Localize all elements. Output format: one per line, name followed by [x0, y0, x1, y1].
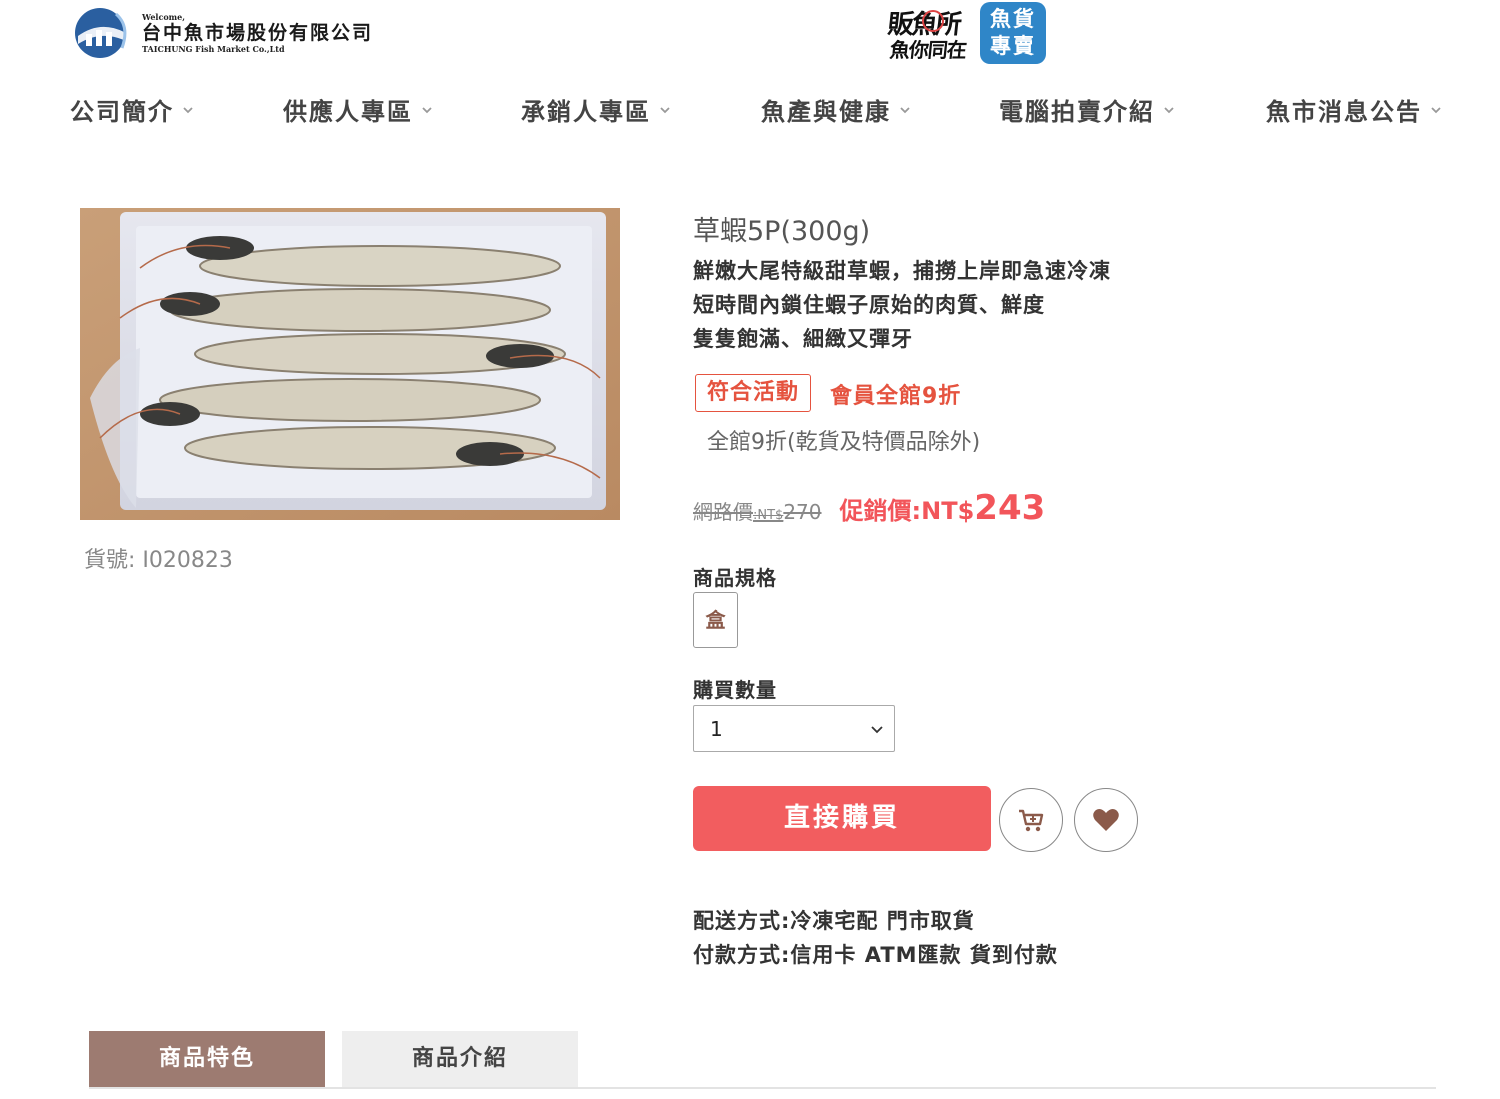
promo-note: 全館9折(乾貨及特價品除外)	[707, 430, 981, 455]
promo-badge[interactable]: 符合活動	[695, 374, 812, 412]
quantity-value: 1	[710, 716, 723, 741]
brand-calligraphy-bottom: 魚你同在	[888, 38, 968, 62]
nav-item-auction[interactable]: 電腦拍賣介紹	[999, 92, 1175, 127]
shrimp-photo	[80, 208, 620, 520]
chevron-down-icon	[1164, 106, 1174, 113]
tab-divider	[89, 1087, 1436, 1089]
product-title: 草蝦5P(300g)	[693, 216, 871, 247]
quantity-label: 購買數量	[693, 678, 777, 702]
nav-item-supplier[interactable]: 供應人專區	[283, 92, 433, 127]
site-header: Welcome, 台中魚市場股份有限公司 TAICHUNG Fish Marke…	[0, 0, 1500, 70]
promo-member-discount: 會員全館9折	[830, 384, 962, 409]
cart-icon	[1019, 809, 1044, 832]
tab-features[interactable]: 商品特色	[89, 1031, 325, 1087]
shipping-method: 配送方式:冷凍宅配 門市取貨	[693, 909, 975, 933]
nav-item-label: 魚市消息公告	[1266, 98, 1422, 126]
brand-seal	[922, 10, 944, 32]
chevron-down-icon	[900, 106, 910, 113]
product-sku: 貨號: I020823	[84, 548, 233, 573]
spec-label: 商品規格	[693, 566, 777, 590]
brand-box-line1: 魚貨	[990, 7, 1036, 31]
sale-price-label: 促銷價:NT$	[839, 497, 975, 525]
product-desc-line: 隻隻飽滿、細緻又彈牙	[693, 327, 913, 351]
nav-item-label: 公司簡介	[70, 98, 174, 126]
chevron-down-icon	[1431, 106, 1441, 113]
list-price-label: 網路價	[693, 500, 753, 524]
chevron-down-icon	[660, 106, 670, 113]
list-price: 網路價:NT$270	[693, 496, 822, 525]
wishlist-button[interactable]	[1074, 788, 1138, 852]
quantity-select[interactable]: 1	[693, 705, 895, 752]
brand-box: 魚貨 專賣	[980, 2, 1046, 64]
logo-welcome: Welcome,	[142, 12, 186, 22]
nav-item-label: 魚產與健康	[761, 98, 891, 126]
brand-box-line2: 專賣	[990, 34, 1036, 58]
payment-method: 付款方式:信用卡 ATM匯款 貨到付款	[693, 943, 1058, 967]
nav-item-buyer[interactable]: 承銷人專區	[521, 92, 671, 127]
nav-item-company[interactable]: 公司簡介	[70, 92, 194, 127]
spec-option-box[interactable]: 盒	[693, 592, 738, 648]
product-image[interactable]	[80, 208, 620, 520]
brand-calligraphy: 販魚所 魚你同在	[886, 2, 972, 64]
chevron-down-icon	[422, 106, 432, 113]
logo-company-english: TAICHUNG Fish Market Co.,Ltd	[142, 44, 285, 54]
logo-company-name: 台中魚市場股份有限公司	[142, 22, 374, 44]
sale-price-value: 243	[974, 488, 1046, 528]
tab-introduction[interactable]: 商品介紹	[342, 1031, 578, 1087]
product-description: 鮮嫩大尾特級甜草蝦，捕撈上岸即急速冷凍 短時間內鎖住蝦子原始的肉質、鮮度 隻隻飽…	[693, 254, 1111, 356]
nav-item-health[interactable]: 魚產與健康	[761, 92, 911, 127]
shipping-info: 配送方式:冷凍宅配 門市取貨 付款方式:信用卡 ATM匯款 貨到付款	[693, 904, 1058, 972]
product-desc-line: 鮮嫩大尾特級甜草蝦，捕撈上岸即急速冷凍	[693, 259, 1111, 283]
logo-emblem	[75, 8, 127, 58]
nav-item-label: 電腦拍賣介紹	[999, 98, 1155, 126]
company-logo[interactable]: Welcome, 台中魚市場股份有限公司 TAICHUNG Fish Marke…	[72, 6, 373, 60]
buy-now-button[interactable]: 直接購買	[693, 786, 991, 851]
product-desc-line: 短時間內鎖住蝦子原始的肉質、鮮度	[693, 293, 1045, 317]
heart-icon	[1093, 809, 1119, 831]
nav-item-label: 供應人專區	[283, 98, 413, 126]
price-row: 網路價:NT$270 促銷價:NT$ 243	[693, 488, 1045, 528]
brand-badge[interactable]: 販魚所 魚你同在 魚貨 專賣	[886, 2, 1046, 64]
nav-item-label: 承銷人專區	[521, 98, 651, 126]
add-to-cart-button[interactable]	[999, 788, 1063, 852]
list-price-value: 270	[783, 500, 822, 524]
chevron-down-icon	[871, 726, 883, 734]
main-nav: 公司簡介 供應人專區 承銷人專區 魚產與健康 電腦拍賣介紹 魚市消息公告	[0, 92, 1500, 136]
nav-item-news[interactable]: 魚市消息公告	[1266, 92, 1442, 127]
chevron-down-icon	[183, 106, 193, 113]
list-price-currency: :NT$	[753, 508, 784, 523]
